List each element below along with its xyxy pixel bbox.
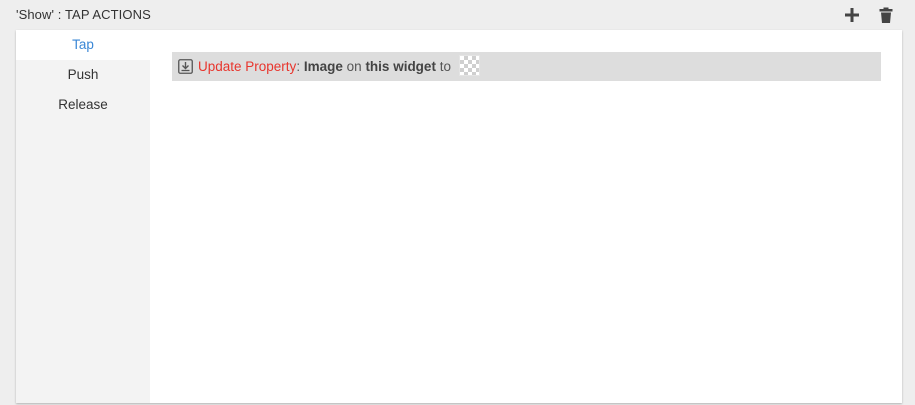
- action-separator: :: [296, 59, 301, 74]
- sidebar-item-label: Release: [58, 97, 108, 112]
- update-property-icon: [178, 59, 193, 74]
- actions-panel: Tap Push Release Update Property: Image …: [16, 30, 902, 403]
- sidebar-item-release[interactable]: Release: [16, 90, 150, 120]
- actions-content: Update Property: Image on this widget to: [150, 30, 902, 403]
- action-property[interactable]: Image: [304, 59, 343, 74]
- action-name[interactable]: Update Property: [198, 59, 296, 74]
- action-row[interactable]: Update Property: Image on this widget to: [172, 52, 881, 81]
- add-action-button[interactable]: [842, 5, 862, 25]
- sidebar-item-label: Tap: [72, 37, 94, 52]
- sidebar-item-push[interactable]: Push: [16, 60, 150, 90]
- panel-title: 'Show' : TAP ACTIONS: [16, 7, 151, 22]
- trash-icon: [879, 7, 893, 23]
- action-to-text: to: [439, 59, 451, 74]
- transparent-image-icon[interactable]: [458, 55, 480, 77]
- action-on-text: on: [346, 59, 362, 74]
- plus-icon: [845, 8, 859, 22]
- event-sidebar: Tap Push Release: [16, 30, 150, 403]
- delete-action-button[interactable]: [876, 5, 896, 25]
- sidebar-item-tap[interactable]: Tap: [16, 30, 150, 60]
- actions-header: 'Show' : TAP ACTIONS: [0, 0, 915, 30]
- sidebar-item-label: Push: [67, 67, 99, 82]
- action-description: Update Property: Image on this widget to: [198, 52, 480, 81]
- action-target[interactable]: this widget: [365, 59, 436, 74]
